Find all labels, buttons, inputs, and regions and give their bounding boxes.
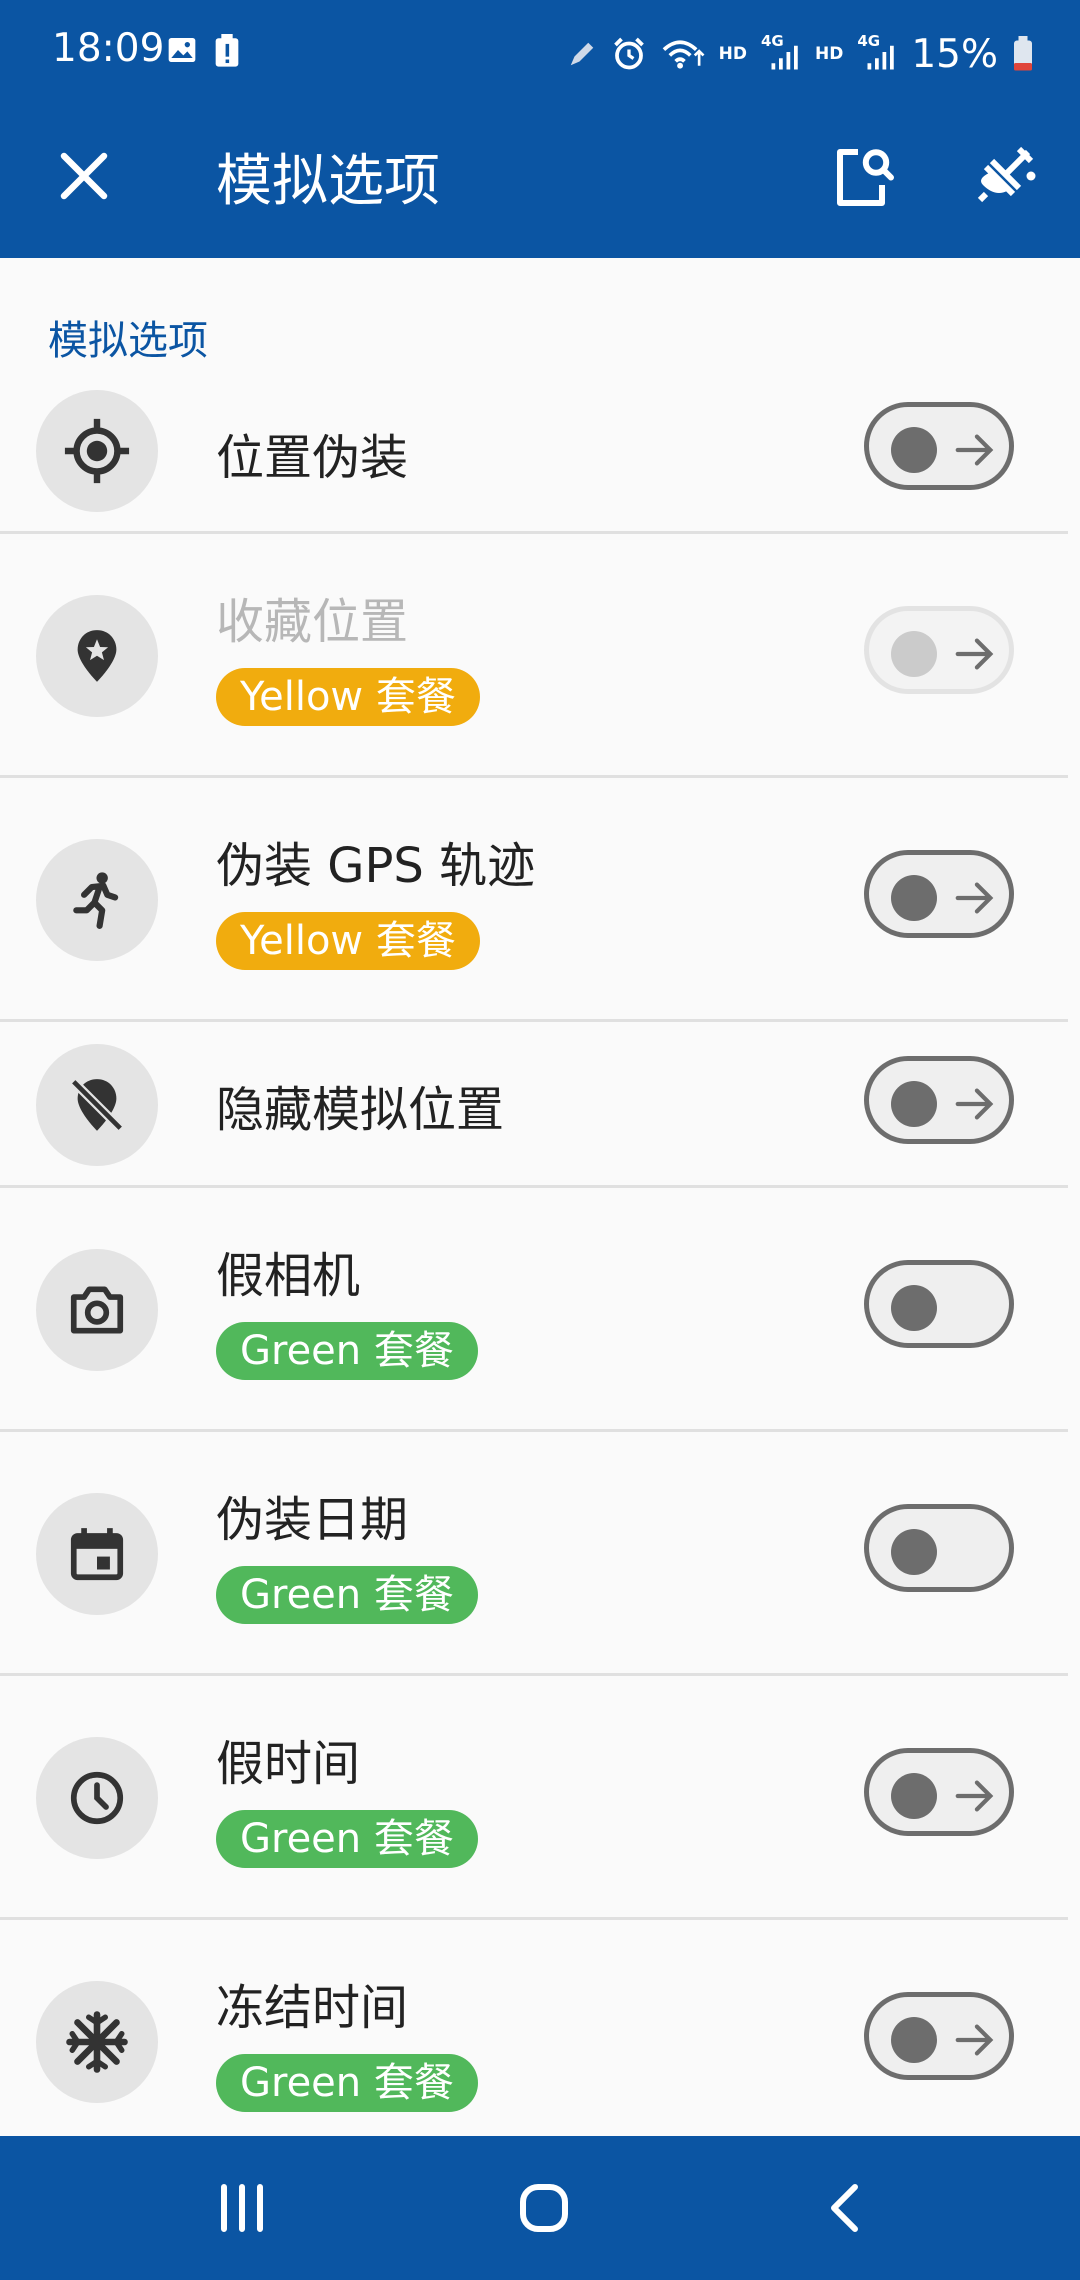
list-item-fake-date[interactable]: 伪装日期 Green 套餐	[0, 1432, 1068, 1676]
toggle-knob	[891, 1285, 937, 1331]
battery-percent: 15%	[911, 31, 998, 77]
item-label: 伪装日期	[216, 1492, 409, 1548]
status-icons: HD 4G HD 4G 15%	[567, 24, 1034, 84]
app-bar: 模拟选项	[0, 108, 1080, 258]
icon-circle	[36, 1737, 158, 1859]
list-item-location-spoof[interactable]: 位置伪装	[0, 370, 1068, 534]
toggle-switch[interactable]	[864, 1504, 1014, 1592]
status-time: 18:09	[52, 26, 165, 71]
toggle-knob	[891, 631, 937, 677]
icon-circle	[36, 1249, 158, 1371]
item-label: 收藏位置	[216, 594, 409, 650]
satellite-icon[interactable]	[968, 140, 1040, 212]
signal-strength-2: 4G	[857, 32, 897, 74]
back-icon[interactable]	[810, 2172, 882, 2244]
toggle-knob	[891, 875, 937, 921]
plan-badge-green: Green 套餐	[216, 1566, 478, 1624]
running-person-icon	[73, 872, 119, 929]
icon-circle	[36, 1981, 158, 2103]
section-header: 模拟选项	[48, 318, 208, 364]
item-label: 隐藏模拟位置	[216, 1082, 505, 1138]
gallery-icon	[168, 38, 196, 62]
icon-circle	[36, 839, 158, 961]
calendar-icon	[70, 1528, 124, 1581]
arrow-right-icon	[955, 2024, 994, 2056]
item-label: 冻结时间	[216, 1980, 409, 2036]
item-label: 假相机	[216, 1248, 361, 1304]
search-document-icon[interactable]	[828, 140, 900, 212]
clock-icon	[70, 1771, 124, 1825]
arrow-right-icon	[955, 638, 994, 670]
camera-icon	[70, 1286, 124, 1334]
toggle-switch[interactable]	[864, 1748, 1014, 1836]
item-label: 伪装 GPS 轨迹	[216, 838, 536, 894]
pen-icon	[570, 42, 593, 66]
home-icon[interactable]	[508, 2172, 580, 2244]
toggle-switch[interactable]	[864, 1260, 1014, 1348]
freeze-icon	[66, 2011, 128, 2073]
toggle-knob	[891, 1773, 937, 1819]
list-item-hide-mock-location[interactable]: 隐藏模拟位置	[0, 1022, 1068, 1188]
item-label: 假时间	[216, 1736, 361, 1792]
list-item-gps-track[interactable]: 伪装 GPS 轨迹 Yellow 套餐	[0, 778, 1068, 1022]
alarm-icon	[613, 37, 644, 70]
list-item-freeze-time[interactable]: 冻结时间 Green 套餐	[0, 1920, 1068, 2136]
close-icon[interactable]	[54, 146, 114, 206]
favorite-location-icon	[77, 630, 117, 682]
arrow-right-icon	[955, 434, 994, 466]
toggle-switch[interactable]	[864, 402, 1014, 490]
battery-icon	[1014, 36, 1032, 71]
icon-circle	[36, 390, 158, 512]
icon-circle	[36, 1493, 158, 1615]
navigation-bar	[0, 2136, 1080, 2280]
arrow-right-icon	[955, 1088, 994, 1120]
list-item-favorite-location[interactable]: 收藏位置 Yellow 套餐	[0, 534, 1068, 778]
recent-apps-icon[interactable]	[206, 2172, 278, 2244]
toggle-switch[interactable]	[864, 850, 1014, 938]
signal-bars-icon	[771, 45, 798, 70]
plan-badge-green: Green 套餐	[216, 2054, 478, 2112]
arrow-right-icon	[955, 882, 994, 914]
hd-label-2: HD	[814, 44, 844, 64]
plan-badge-green: Green 套餐	[216, 1322, 478, 1380]
plan-badge-yellow: Yellow 套餐	[216, 912, 480, 970]
wifi-icon	[662, 40, 705, 69]
toggle-switch[interactable]	[864, 1992, 1014, 2080]
status-bar: 18:09 HD 4G HD 4G 15%	[0, 0, 1080, 108]
item-label: 位置伪装	[216, 430, 409, 486]
hd-label-1: HD	[718, 44, 747, 64]
arrow-right-icon	[955, 1780, 994, 1812]
page-title: 模拟选项	[216, 149, 440, 214]
toggle-switch[interactable]	[864, 606, 1014, 694]
toggle-knob	[891, 1081, 937, 1127]
toggle-switch[interactable]	[864, 1056, 1014, 1144]
toggle-knob	[891, 427, 937, 473]
location-off-icon	[70, 1078, 124, 1132]
icon-circle	[36, 1044, 158, 1166]
list-item-fake-time[interactable]: 假时间 Green 套餐	[0, 1676, 1068, 1920]
icon-circle	[36, 595, 158, 717]
crosshair-icon	[64, 418, 130, 484]
plan-badge-yellow: Yellow 套餐	[216, 668, 480, 726]
toggle-knob	[891, 2017, 937, 2063]
signal-strength-1: 4G	[761, 32, 801, 74]
plan-badge-green: Green 套餐	[216, 1810, 478, 1868]
toggle-knob	[891, 1529, 937, 1575]
list-item-fake-camera[interactable]: 假相机 Green 套餐	[0, 1188, 1068, 1432]
signal-bars-icon	[867, 45, 895, 70]
battery-alert-icon	[215, 34, 239, 67]
